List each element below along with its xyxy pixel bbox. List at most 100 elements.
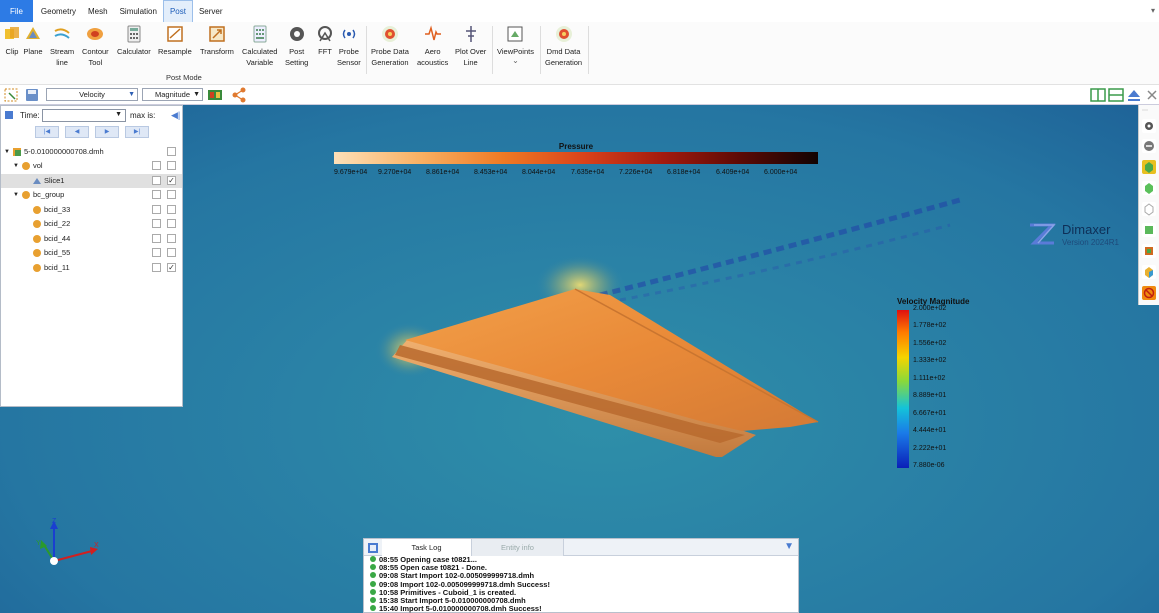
probe-data-generation-button[interactable]: Probe Data Generation [371, 24, 409, 68]
dmd-icon [554, 24, 574, 44]
visibility-checkbox[interactable] [167, 190, 176, 199]
visibility-checkbox[interactable] [167, 205, 176, 214]
tree-item-slice1[interactable]: Slice1 ✓ [1, 174, 182, 188]
filter-icon[interactable]: ▼ [784, 541, 794, 552]
iso-view-icon[interactable] [1142, 160, 1156, 174]
view-side-icon[interactable] [1142, 223, 1156, 237]
calculated-variable-button[interactable]: Calculated Variable [242, 24, 277, 68]
clip-icon [2, 24, 22, 44]
pressure-tick: 6.000e+04 [764, 169, 798, 176]
colormap-icon[interactable] [207, 87, 223, 103]
velocity-tick: 8.889e+01 [913, 392, 947, 399]
plot-over-line-icon [461, 24, 481, 44]
next-frame-button[interactable]: ▶ [95, 126, 119, 138]
tree-item-bcid[interactable]: bcid_44 [1, 232, 182, 246]
visibility-checkbox[interactable]: ✓ [167, 176, 176, 185]
menu-file[interactable]: File [0, 0, 33, 22]
time-select[interactable]: ▼ [42, 109, 126, 122]
boundary-icon [33, 220, 41, 228]
wireframe-icon[interactable] [1142, 202, 1156, 216]
tree-item-bcid[interactable]: bcid_33 [1, 203, 182, 217]
visibility-checkbox[interactable] [167, 219, 176, 228]
visibility-checkbox[interactable] [167, 161, 176, 170]
viewpoints-dropdown-icon[interactable]: ⌄ [512, 57, 519, 65]
close-icon[interactable] [1144, 87, 1159, 103]
select-checkbox[interactable] [152, 248, 161, 257]
fft-button[interactable]: FFT [315, 24, 335, 57]
select-checkbox[interactable] [152, 205, 161, 214]
select-checkbox[interactable] [152, 263, 161, 272]
prev-frame-button[interactable]: ◀ [65, 126, 89, 138]
calculated-variable-icon [250, 24, 270, 44]
calculator-label: Calculator [117, 47, 151, 56]
camera-icon[interactable] [1142, 119, 1156, 133]
ribbon-collapse-icon[interactable]: ▾ [1151, 6, 1155, 15]
eject-icon[interactable] [1126, 87, 1142, 103]
expand-icon[interactable]: ▼ [13, 188, 19, 202]
plane-button[interactable]: Plane [23, 24, 43, 57]
select-checkbox[interactable] [152, 190, 161, 199]
view-back-icon[interactable] [1142, 265, 1156, 279]
view-top-icon[interactable] [1142, 244, 1156, 258]
pressure-tick: 9.270e+04 [378, 169, 412, 176]
menu-mesh[interactable]: Mesh [82, 0, 114, 22]
first-frame-button[interactable]: |◀ [35, 126, 59, 138]
clip-button[interactable]: Clip [2, 24, 22, 57]
tab-entity-info[interactable]: Entity info [472, 539, 564, 556]
resample-icon [165, 24, 185, 44]
menu-simulation[interactable]: Simulation [114, 0, 163, 22]
save-view-icon[interactable] [24, 87, 40, 103]
streamline-icon [52, 24, 72, 44]
visibility-checkbox[interactable] [167, 248, 176, 257]
last-frame-button[interactable]: ▶| [125, 126, 149, 138]
contour-tool-button[interactable]: Contour Tool [82, 24, 109, 68]
probe-sensor-button[interactable]: Probe Sensor [337, 24, 361, 68]
transform-label: Transform [200, 47, 234, 56]
tree-item-vol[interactable]: ▼ vol [1, 159, 182, 173]
tree-item-bc-group[interactable]: ▼ bc_group [1, 188, 182, 202]
select-checkbox[interactable] [152, 219, 161, 228]
tree-item-case[interactable]: ▼ 5-0.010000000708.dmh [1, 145, 182, 159]
velocity-tick: 1.778e+02 [913, 322, 947, 329]
pressure-tick: 6.409e+04 [716, 169, 750, 176]
post-setting-button[interactable]: Post Setting [285, 24, 308, 68]
visibility-checkbox[interactable] [167, 234, 176, 243]
reset-view-icon[interactable] [1142, 139, 1156, 153]
svg-text:X: X [94, 542, 99, 549]
plot-over-line-button[interactable]: Plot Over Line [455, 24, 486, 68]
component-select[interactable]: Magnitude ▼ [142, 88, 203, 101]
aeroacoustics-button[interactable]: Aero acoustics [417, 24, 448, 68]
expand-icon[interactable]: ▼ [4, 145, 10, 159]
split-horizontal-icon[interactable] [1108, 87, 1124, 103]
streamline-button[interactable]: Stream line [50, 24, 74, 68]
dmd-data-generation-button[interactable]: Dmd Data Generation [545, 24, 582, 68]
expand-icon[interactable]: ▼ [13, 159, 19, 173]
no-entry-icon[interactable] [1142, 286, 1156, 300]
menu-geometry[interactable]: Geometry [35, 0, 82, 22]
tree-item-label: 5-0.010000000708.dmh [24, 147, 104, 156]
share-icon[interactable] [231, 87, 247, 103]
select-region-icon[interactable] [3, 87, 19, 103]
split-vertical-icon[interactable] [1090, 87, 1106, 103]
view-front-icon[interactable] [1142, 181, 1156, 195]
select-checkbox[interactable] [152, 176, 161, 185]
collapse-panel-icon[interactable]: ◀| [171, 110, 180, 121]
calculator-button[interactable]: Calculator [117, 24, 151, 57]
transform-button[interactable]: Transform [200, 24, 234, 57]
success-icon [370, 597, 376, 603]
tree-item-bcid[interactable]: bcid_11 ✓ [1, 261, 182, 275]
select-checkbox[interactable] [152, 161, 161, 170]
tree-item-bcid[interactable]: bcid_55 [1, 246, 182, 260]
visibility-checkbox[interactable] [167, 147, 176, 156]
select-checkbox[interactable] [152, 234, 161, 243]
menu-post[interactable]: Post [162, 0, 193, 22]
tree-item-bcid[interactable]: bcid_22 [1, 217, 182, 231]
tab-task-log[interactable]: Task Log [382, 539, 472, 556]
menu-server[interactable]: Server [193, 0, 229, 22]
pressure-tick: 8.044e+04 [522, 169, 556, 176]
resample-button[interactable]: Resample [158, 24, 192, 57]
variable-select[interactable]: Velocity ▼ [46, 88, 138, 101]
visibility-checkbox[interactable]: ✓ [167, 263, 176, 272]
success-icon [370, 572, 376, 578]
viewpoints-button[interactable]: ViewPoints ⌄ [497, 24, 534, 65]
